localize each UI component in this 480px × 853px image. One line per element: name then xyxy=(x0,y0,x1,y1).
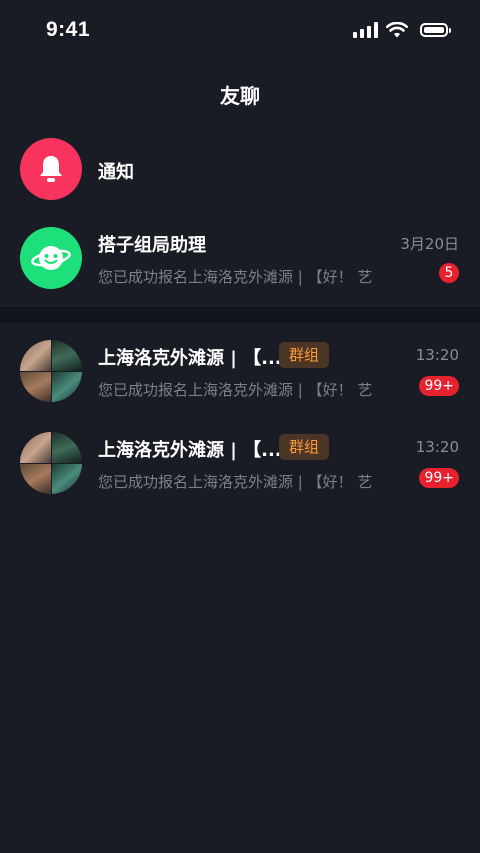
assistant-row[interactable]: 搭子组局助理 3月20日 您已成功报名上海洛克外滩源 | 【好！ 艺 5 xyxy=(0,217,480,297)
unread-badge: 99+ xyxy=(419,468,459,488)
group-chat-row[interactable]: 上海洛克外滩源 | 【... 群组 13:20 您已成功报名上海洛克外滩源 | … xyxy=(0,422,480,502)
group-preview: 您已成功报名上海洛克外滩源 | 【好！ 艺 xyxy=(98,473,373,491)
group-avatar xyxy=(20,432,82,494)
group-chat-row[interactable]: 上海洛克外滩源 | 【... 群组 13:20 您已成功报名上海洛克外滩源 | … xyxy=(0,330,480,410)
notice-row[interactable]: 通知 xyxy=(0,128,480,208)
unread-badge: 99+ xyxy=(419,376,459,396)
smiling-planet-icon xyxy=(31,246,71,270)
unread-badge: 5 xyxy=(439,263,459,283)
group-name: 上海洛克外滩源 | 【... xyxy=(98,348,282,369)
group-preview: 您已成功报名上海洛克外滩源 | 【好！ 艺 xyxy=(98,381,373,399)
assistant-name: 搭子组局助理 xyxy=(98,235,206,256)
battery-icon xyxy=(420,23,451,37)
cellular-signal-icon xyxy=(353,22,378,38)
group-tag: 群组 xyxy=(279,342,330,368)
notice-name: 通知 xyxy=(98,162,134,183)
notice-avatar xyxy=(20,138,82,200)
status-bar: 9:41 xyxy=(0,0,480,62)
section-divider xyxy=(0,307,480,323)
assistant-preview: 您已成功报名上海洛克外滩源 | 【好！ 艺 xyxy=(98,268,373,286)
assistant-avatar xyxy=(20,227,82,289)
bell-icon xyxy=(40,156,62,182)
group-tag: 群组 xyxy=(279,434,330,460)
status-icons xyxy=(353,22,451,38)
page-title: 友聊 xyxy=(220,84,260,108)
assistant-time: 3月20日 xyxy=(400,235,459,253)
group-time: 13:20 xyxy=(415,438,459,456)
group-name: 上海洛克外滩源 | 【... xyxy=(98,440,282,461)
status-time: 9:41 xyxy=(46,18,91,41)
wifi-icon xyxy=(386,22,408,38)
group-avatar xyxy=(20,340,82,402)
group-time: 13:20 xyxy=(415,346,459,364)
